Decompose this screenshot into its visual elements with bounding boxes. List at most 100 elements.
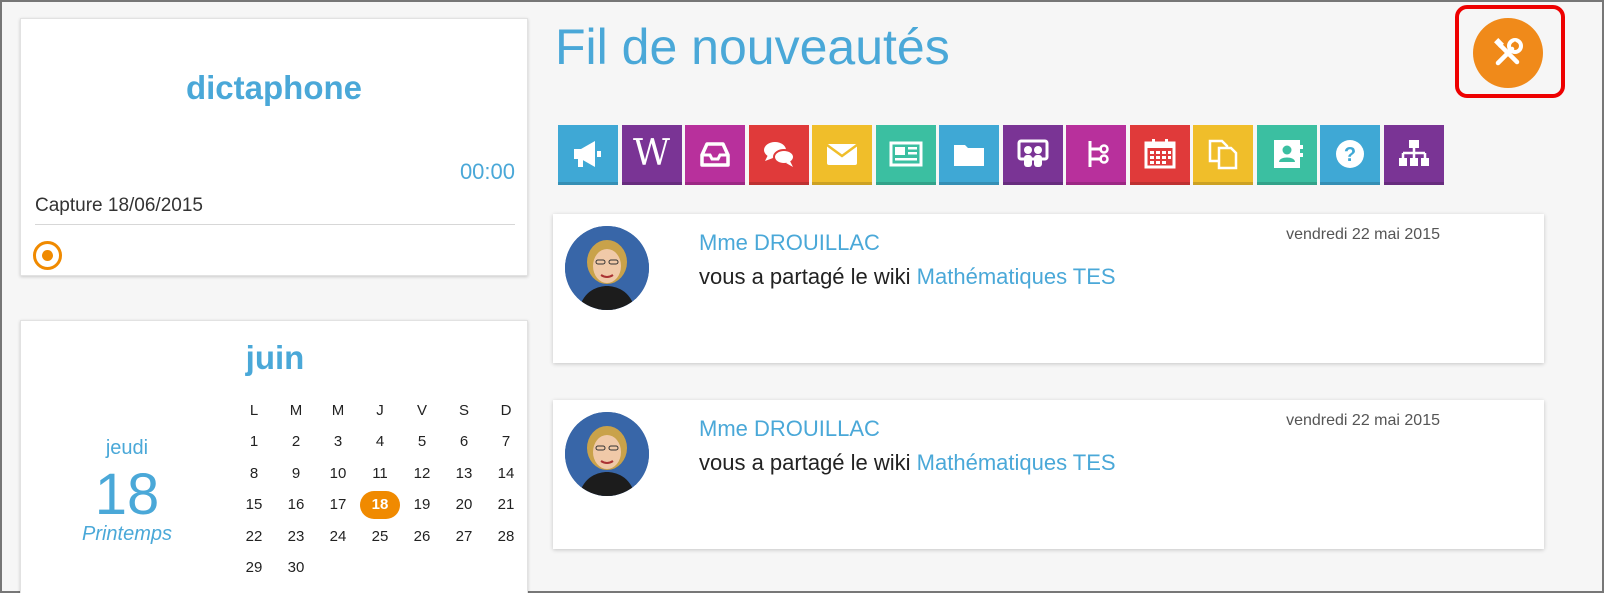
calendar-month: juin [245,339,305,376]
calendar-day[interactable]: 1 [233,428,275,456]
weekday-label: V [416,401,427,419]
dictaphone-widget: dictaphone 00:00 Capture 18/06/2015 [20,18,528,276]
app-actualites[interactable] [558,125,618,185]
avatar[interactable] [565,226,649,310]
news-feed-item: Mme DROUILLAC vendredi 22 mai 2015 vous … [553,214,1544,363]
post-date: vendredi 22 mai 2015 [1286,412,1440,429]
post-resource-link[interactable]: Mathématiques TES [917,450,1116,475]
divider [35,224,515,225]
app-forum[interactable] [748,125,809,185]
post-text: vous a partagé le wiki Mathématiques TES [699,450,1116,476]
calendar-day-empty [485,554,527,582]
app-administration[interactable] [1383,125,1444,185]
page-title: Fil de nouveautés [555,19,950,75]
avatar[interactable] [565,412,649,496]
calendar-day[interactable]: 7 [485,428,527,456]
app-agenda[interactable] [1129,125,1190,185]
calendar-day[interactable]: 14 [485,460,527,488]
app-carte-mentale[interactable] [1066,125,1126,185]
calendar-day[interactable]: 12 [401,460,443,488]
calendar-day[interactable]: 2 [275,428,317,456]
dictaphone-timer: 00:00 [459,159,515,184]
calendar-day[interactable]: 21 [485,491,527,519]
tools-icon [1494,38,1523,66]
weekday-label: M [289,401,303,419]
contact-card-icon [1273,139,1303,168]
dictaphone-title: dictaphone [185,69,362,106]
calendar-week: 22 23 24 25 26 27 28 [233,521,529,553]
app-casier[interactable] [685,125,745,185]
calendar-day[interactable]: 5 [401,428,443,456]
calendar-day-empty [317,554,359,582]
post-author-link[interactable]: Mme DROUILLAC [699,416,880,442]
calendar-day-number: 18 [94,462,160,527]
app-espace-documentaire[interactable] [939,125,999,185]
weekday-label: S [458,401,469,419]
wiki-icon: W [632,133,670,174]
calendar-widget: juin jeudi 18 Printemps L M M J V S D 1 … [20,320,528,593]
post-action-text: vous a partagé le wiki [699,450,917,475]
calendar-day[interactable]: 22 [233,523,275,551]
calendar-day-name: jeudi [105,437,149,459]
inbox-icon [700,141,730,167]
calendar-day[interactable]: 8 [233,460,275,488]
app-frame: dictaphone 00:00 Capture 18/06/2015 juin… [0,0,1604,593]
calendar-weekday-header: L M M J V S D [233,395,529,427]
calendar-day[interactable]: 13 [443,460,485,488]
help-icon: ? [1336,139,1364,168]
calendar-day[interactable]: 30 [275,554,317,582]
calendar-day[interactable]: 23 [275,523,317,551]
calendar-day-empty [401,554,443,582]
calendar-day[interactable]: 11 [359,460,401,488]
calendar-day[interactable]: 17 [317,491,359,519]
user-photo [565,412,649,496]
post-date: vendredi 22 mai 2015 [1286,226,1440,243]
calendar-day[interactable]: 26 [401,523,443,551]
svg-text:?: ? [1344,144,1356,166]
calendar-day[interactable]: 24 [317,523,359,551]
calendar-day[interactable]: 15 [233,491,275,519]
news-feed-item: Mme DROUILLAC vendredi 22 mai 2015 vous … [553,400,1544,549]
calendar-day[interactable]: 19 [401,491,443,519]
app-annuaire[interactable] [1256,125,1317,185]
app-blog[interactable] [875,125,936,185]
calendar-day[interactable]: 6 [443,428,485,456]
folder-icon [954,144,984,166]
calendar-week: 8 9 10 11 12 13 14 [233,458,529,490]
weekday-label: L [249,401,259,419]
dictaphone-capture-name[interactable]: Capture 18/06/2015 [35,195,203,217]
record-button[interactable] [33,241,62,270]
widgets-settings-button[interactable] [1473,18,1543,88]
app-communautes[interactable] [1002,125,1063,185]
community-icon [1017,139,1048,167]
calendar-day-today[interactable]: 18 [360,491,400,520]
app-aide[interactable]: ? [1320,125,1380,185]
post-author-link[interactable]: Mme DROUILLAC [699,230,880,256]
post-action-text: vous a partagé le wiki [699,264,917,289]
calendar-day[interactable]: 9 [275,460,317,488]
megaphone-icon [574,140,601,167]
calendar-grid: L M M J V S D 1 2 3 4 5 6 7 8 9 10 11 12… [233,395,529,584]
calendar-day[interactable]: 29 [233,554,275,582]
calendar-day-empty [443,554,485,582]
calendar-day[interactable]: 27 [443,523,485,551]
calendar-day[interactable]: 28 [485,523,527,551]
weekday-label: M [331,401,345,419]
calendar-day[interactable]: 4 [359,428,401,456]
calendar-day[interactable]: 20 [443,491,485,519]
weekday-label: D [500,401,512,419]
calendar-day[interactable]: 25 [359,523,401,551]
post-text: vous a partagé le wiki Mathématiques TES [699,264,1116,290]
calendar-day[interactable]: 16 [275,491,317,519]
envelope-icon [826,143,858,165]
app-pages[interactable] [1193,125,1253,185]
post-resource-link[interactable]: Mathématiques TES [917,264,1116,289]
app-messagerie[interactable] [812,125,872,185]
pages-icon [1208,139,1238,169]
sitemap-icon [1398,139,1429,166]
user-photo [565,226,649,310]
app-wiki[interactable]: W [621,125,682,185]
calendar-day[interactable]: 10 [317,460,359,488]
calendar-day[interactable]: 3 [317,428,359,456]
calendar-icon [1144,138,1175,168]
